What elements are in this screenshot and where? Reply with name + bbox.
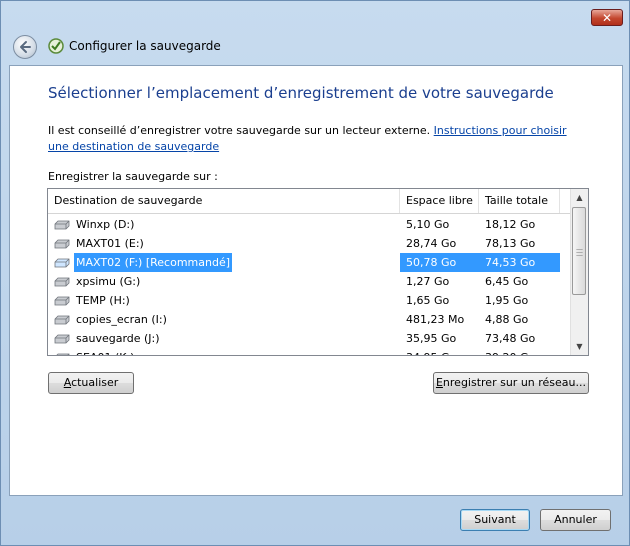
refresh-accesskey: A [63, 376, 72, 389]
total-size-cell: 78,13 Go [485, 237, 536, 250]
content-panel: Sélectionner l’emplacement d’enregistrem… [9, 65, 623, 496]
drive-icon [54, 277, 70, 287]
drive-icon [54, 334, 70, 344]
free-space-cell: 1,27 Go [406, 275, 450, 288]
column-header-destination[interactable]: Destination de sauvegarde [48, 189, 400, 213]
total-size-cell: 1,95 Go [485, 294, 529, 307]
column-header-free-space[interactable]: Espace libre [400, 189, 479, 213]
back-arrow-icon [20, 41, 31, 53]
drive-icon [54, 239, 70, 249]
network-accesskey: E [435, 376, 443, 389]
table-row[interactable]: Winxp (D:) 5,10 Go 18,12 Go [48, 215, 571, 234]
drive-icon [56, 353, 70, 355]
scroll-down-arrow-icon[interactable]: ▼ [571, 338, 588, 355]
destination-label: MAXT02 (F:) [Recommandé] [74, 253, 232, 272]
grip-icon: — — — [576, 245, 583, 259]
free-space-cell: 28,74 Go [406, 237, 457, 250]
table-row[interactable]: sauvegarde (J:) 35,95 Go 73,48 Go [48, 329, 571, 348]
free-space-cell: 50,78 Go [400, 253, 479, 272]
total-size-cell: 39,20 Go [479, 348, 560, 355]
backup-app-icon [48, 38, 64, 54]
refresh-label: ctualiser [71, 376, 119, 389]
save-on-network-button[interactable]: Enregistrer sur un réseau... [433, 372, 589, 394]
destination-label: TEMP (H:) [76, 294, 130, 307]
destination-cell: xpsimu (G:) [48, 272, 400, 291]
destination-label: Winxp (D:) [76, 218, 135, 231]
drive-icon [54, 258, 70, 268]
destination-label: sauvegarde (J:) [76, 332, 160, 345]
vertical-scrollbar[interactable]: ▲ — — — ▼ [570, 189, 588, 355]
table-row[interactable]: SEA01 (K:) 34,95 Go39,20 Go [48, 348, 571, 355]
destination-label: xpsimu (G:) [76, 275, 141, 288]
destination-label: MAXT01 (E:) [76, 237, 144, 250]
drive-icon [54, 315, 70, 325]
next-button[interactable]: Suivant [460, 509, 530, 531]
save-location-label: Enregistrer la sauvegarde sur : [48, 170, 218, 183]
free-space-cell: 35,95 Go [406, 332, 457, 345]
description-text: Il est conseillé d’enregistrer votre sau… [48, 124, 434, 137]
table-row[interactable]: MAXT01 (E:) 28,74 Go 78,13 Go [48, 234, 571, 253]
list-header: Destination de sauvegarde Espace libre T… [48, 189, 571, 214]
page-heading: Sélectionner l’emplacement d’enregistrem… [48, 84, 554, 102]
scroll-thumb[interactable]: — — — [572, 207, 586, 295]
column-header-total-size[interactable]: Taille totale [479, 189, 560, 213]
drive-icon [54, 296, 70, 306]
close-button[interactable]: ✕ [591, 9, 623, 26]
destination-cell: sauvegarde (J:) [48, 329, 400, 348]
free-space-cell: 481,23 Mo [406, 313, 465, 326]
free-space-cell: 5,10 Go [406, 218, 450, 231]
free-space-cell: 1,65 Go [406, 294, 450, 307]
description: Il est conseillé d’enregistrer votre sau… [48, 123, 578, 155]
destination-label: copies_ecran (I:) [76, 313, 167, 326]
free-space-cell: 34,95 Go [400, 348, 479, 355]
destination-list[interactable]: Destination de sauvegarde Espace libre T… [47, 188, 589, 356]
destination-cell: MAXT01 (E:) [48, 234, 400, 253]
dialog-window: ✕ Configurer la sauvegarde Sélectionner … [0, 0, 630, 546]
destination-cell: SEA01 (K:) [48, 348, 400, 355]
cancel-button[interactable]: Annuler [540, 509, 611, 531]
destination-label: SEA01 (K:) [74, 348, 136, 355]
window-title: Configurer la sauvegarde [69, 39, 221, 53]
table-row[interactable]: MAXT02 (F:) [Recommandé] 50,78 Go 74,53 Go [48, 253, 571, 272]
destination-cell: MAXT02 (F:) [Recommandé] [48, 253, 400, 272]
total-size-cell: 73,48 Go [485, 332, 536, 345]
total-size-cell: 18,12 Go [485, 218, 536, 231]
destination-cell: copies_ecran (I:) [48, 310, 400, 329]
table-row[interactable]: TEMP (H:) 1,65 Go 1,95 Go [48, 291, 571, 310]
back-button[interactable] [13, 35, 37, 59]
table-row[interactable]: copies_ecran (I:) 481,23 Mo 4,88 Go [48, 310, 571, 329]
scroll-up-arrow-icon[interactable]: ▲ [571, 189, 588, 206]
total-size-cell: 6,45 Go [485, 275, 529, 288]
destination-cell: Winxp (D:) [48, 215, 400, 234]
refresh-button[interactable]: Actualiser [48, 372, 134, 394]
destination-cell: TEMP (H:) [48, 291, 400, 310]
table-row[interactable]: xpsimu (G:) 1,27 Go 6,45 Go [48, 272, 571, 291]
total-size-cell: 74,53 Go [479, 253, 560, 272]
drive-icon [54, 220, 70, 230]
network-label: nregistrer sur un réseau... [442, 376, 587, 389]
total-size-cell: 4,88 Go [485, 313, 529, 326]
